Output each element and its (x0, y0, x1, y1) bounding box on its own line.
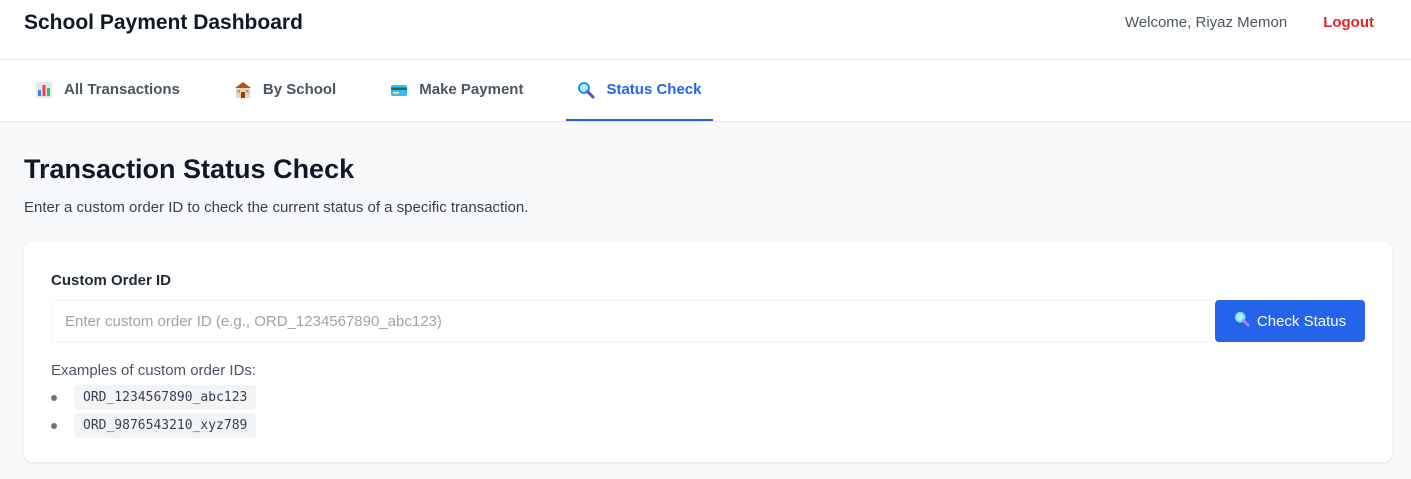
tab-make-payment[interactable]: Make Payment (379, 60, 534, 121)
header-user-area: Welcome, Riyaz Memon Logout (1125, 14, 1387, 31)
credit-card-icon (390, 81, 408, 99)
page-description: Enter a custom order ID to check the cur… (24, 199, 529, 216)
order-id-label: Custom Order ID (51, 272, 172, 289)
tab-by-school[interactable]: By School (223, 60, 347, 121)
main-content: Transaction Status Check Enter a custom … (0, 122, 1411, 462)
bullet (51, 394, 57, 401)
school-icon (234, 81, 252, 99)
examples-list: ORD_1234567890_abc123 ORD_9876543210_xyz… (51, 385, 1365, 438)
tab-label: Status Check (606, 81, 702, 98)
check-status-label: Check Status (1256, 312, 1347, 330)
tab-label: Make Payment (419, 81, 524, 98)
app-title: School Payment Dashboard (24, 10, 303, 34)
list-item: ORD_9876543210_xyz789 (51, 413, 1365, 438)
bullet (51, 422, 57, 429)
logout-button[interactable]: Logout (1323, 14, 1374, 31)
example-order-id: ORD_9876543210_xyz789 (74, 413, 257, 438)
example-order-id: ORD_1234567890_abc123 (74, 385, 257, 410)
order-id-input[interactable] (51, 300, 1215, 342)
magnifier-icon (577, 81, 595, 99)
list-item: ORD_1234567890_abc123 (51, 385, 1365, 410)
welcome-text: Welcome, Riyaz Memon (1124, 14, 1288, 31)
check-status-button[interactable]: Check Status (1215, 300, 1365, 342)
page-title: Transaction Status Check (24, 154, 355, 184)
tab-bar: All Transactions By School Make Payment (0, 60, 1411, 122)
order-id-row: Check Status (51, 300, 1365, 342)
tab-label: By School (262, 81, 337, 98)
status-check-card: Custom Order ID Check Status Examples of… (24, 242, 1392, 462)
examples-title: Examples of custom order IDs: (51, 362, 257, 379)
tab-status-check[interactable]: Status Check (566, 60, 713, 121)
app-header: School Payment Dashboard Welcome, Riyaz … (0, 0, 1411, 60)
tab-label: All Transactions (64, 81, 180, 98)
tab-all-transactions[interactable]: All Transactions (24, 60, 191, 121)
magnifier-icon (1234, 311, 1250, 331)
bar-chart-icon (35, 81, 53, 99)
